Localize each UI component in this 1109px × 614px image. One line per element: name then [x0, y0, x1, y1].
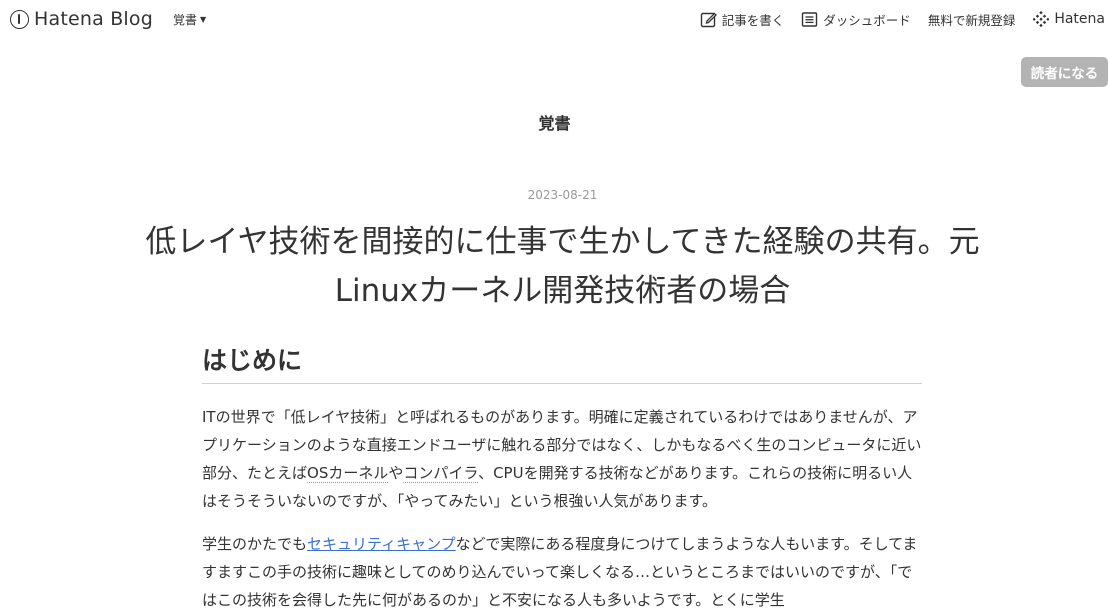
- dashboard-icon: [802, 11, 818, 27]
- section-heading: はじめに: [202, 340, 922, 384]
- hatena-account-link[interactable]: Hatena: [1033, 11, 1105, 27]
- signup-label: 無料で新規登録: [927, 12, 1016, 28]
- subscribe-button[interactable]: 読者になる: [1021, 57, 1108, 87]
- write-entry-label: 記事を書く: [721, 12, 785, 28]
- signup-link[interactable]: 無料で新規登録: [928, 10, 1016, 29]
- entry-content: はじめに ITの世界で「低レイヤ技術」と呼ばれるものがあります。明確に定義されて…: [202, 340, 922, 614]
- paragraph-intro-text-2: や: [388, 464, 404, 482]
- entry-title[interactable]: 低レイヤ技術を間接的に仕事で生かしてきた経験の共有。元Linuxカーネル開発技術…: [126, 218, 999, 316]
- blog-switch-label: 覚書: [173, 12, 198, 27]
- blog-switch-dropdown[interactable]: 覚書 ▼: [173, 11, 206, 28]
- paragraph-students-text-1: 学生のかたでも: [202, 535, 308, 553]
- dashboard-label: ダッシュボード: [823, 12, 911, 28]
- keyword-os-kernel[interactable]: OSカーネル: [307, 464, 389, 483]
- global-header: Hatena Blog 覚書 ▼ 記事を書く ダッシュボード 無料で新規登録 H…: [0, 0, 1109, 38]
- hatena-label: Hatena: [1054, 11, 1105, 27]
- write-entry-link[interactable]: 記事を書く: [700, 10, 785, 29]
- logo-text: Hatena Blog: [34, 8, 153, 30]
- global-header-right: 記事を書く ダッシュボード 無料で新規登録 Hatena: [683, 10, 1109, 29]
- hatena-logo-icon: [1033, 11, 1050, 27]
- dashboard-link[interactable]: ダッシュボード: [801, 10, 911, 29]
- security-camp-link[interactable]: セキュリティキャンプ: [307, 535, 456, 553]
- keyword-compiler[interactable]: コンパイラ: [403, 464, 479, 483]
- global-header-left: Hatena Blog 覚書 ▼: [0, 8, 206, 30]
- edit-icon: [700, 12, 717, 27]
- paragraph-intro: ITの世界で「低レイヤ技術」と呼ばれるものがあります。明確に定義されているわけで…: [202, 403, 922, 515]
- hatena-blog-logo-icon: [10, 9, 29, 29]
- blog-title[interactable]: 覚書: [0, 110, 1109, 134]
- entry-date[interactable]: 2023-08-21: [0, 188, 1109, 202]
- caret-down-icon: ▼: [200, 14, 207, 24]
- paragraph-students: 学生のかたでもセキュリティキャンプなどで実際にある程度身につけてしまうような人も…: [202, 530, 922, 614]
- hatena-blog-logo[interactable]: Hatena Blog: [10, 8, 153, 30]
